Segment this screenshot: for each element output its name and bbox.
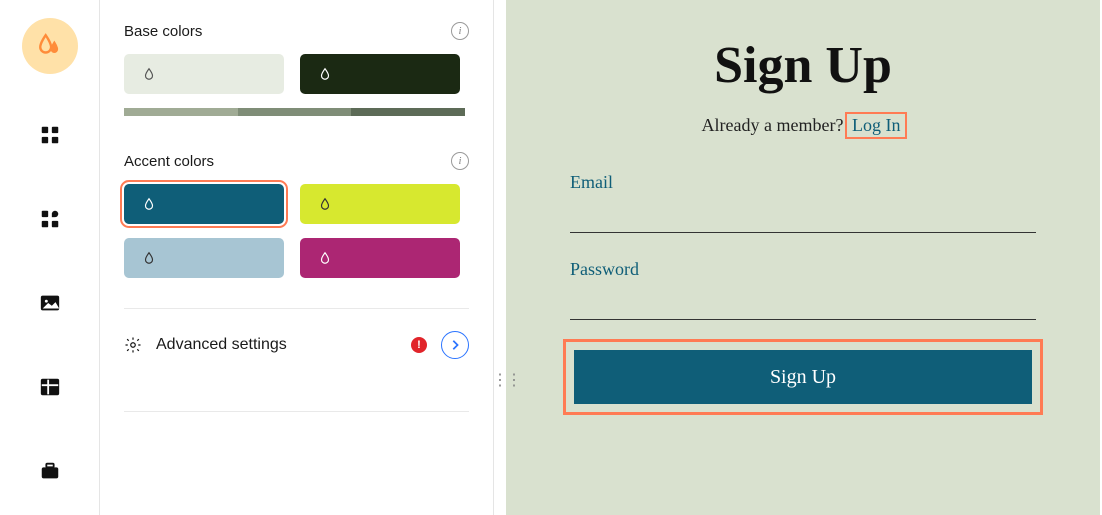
briefcase-icon	[38, 460, 62, 482]
accent-colors-header: Accent colors i	[124, 152, 469, 170]
advanced-settings-row[interactable]: Advanced settings !	[124, 309, 469, 381]
base-swatch-light[interactable]	[124, 54, 284, 94]
table-icon	[39, 376, 61, 398]
nav-image-button[interactable]	[27, 280, 73, 326]
gear-icon	[124, 336, 142, 354]
nav-plugins-button[interactable]	[27, 196, 73, 242]
signup-card: Sign Up Already a member? Log In Email P…	[506, 0, 1100, 515]
resize-handle[interactable]: ⋮⋮	[492, 370, 520, 390]
email-label: Email	[570, 172, 1036, 193]
advanced-settings-label: Advanced settings	[156, 336, 397, 354]
image-icon	[38, 292, 62, 314]
divider	[124, 411, 469, 412]
gradient-step-3	[351, 108, 465, 116]
base-colors-info-icon[interactable]: i	[451, 22, 469, 40]
warning-badge-icon: !	[411, 337, 427, 353]
drop-icon	[142, 197, 156, 211]
login-prompt-text: Already a member?	[702, 115, 844, 135]
accent-swatch-lightblue[interactable]	[124, 238, 284, 278]
grid-icon	[39, 124, 61, 146]
base-colors-title: Base colors	[124, 23, 202, 40]
expand-button[interactable]	[441, 331, 469, 359]
nav-briefcase-button[interactable]	[27, 448, 73, 494]
color-settings-panel: Base colors i Accent colors i	[100, 0, 494, 515]
accent-swatch-lime[interactable]	[300, 184, 460, 224]
password-field-block: Password	[570, 259, 1036, 320]
drop-icon	[142, 251, 156, 265]
signup-button[interactable]: Sign Up	[574, 350, 1032, 404]
login-prompt: Already a member? Log In	[570, 115, 1036, 136]
accent-swatch-row-1	[124, 184, 469, 224]
chevron-right-icon	[450, 339, 460, 351]
colors-logo-icon	[37, 33, 63, 59]
signup-button-highlight: Sign Up	[570, 346, 1036, 408]
nav-colors-button[interactable]	[22, 18, 78, 74]
password-label: Password	[570, 259, 1036, 280]
password-input[interactable]	[570, 286, 1036, 320]
drop-icon	[318, 67, 332, 81]
puzzle-icon	[39, 208, 61, 230]
email-input[interactable]	[570, 199, 1036, 233]
gradient-step-1	[124, 108, 238, 116]
drop-icon	[318, 197, 332, 211]
nav-rail	[0, 0, 100, 515]
drop-icon	[318, 251, 332, 265]
gradient-step-2	[238, 108, 352, 116]
signup-title: Sign Up	[570, 36, 1036, 95]
accent-colors-title: Accent colors	[124, 153, 214, 170]
accent-swatch-magenta[interactable]	[300, 238, 460, 278]
accent-swatch-row-2	[124, 238, 469, 278]
nav-table-button[interactable]	[27, 364, 73, 410]
drop-icon	[142, 67, 156, 81]
base-swatch-dark[interactable]	[300, 54, 460, 94]
base-swatch-row	[124, 54, 469, 94]
accent-swatch-teal[interactable]	[124, 184, 284, 224]
login-link[interactable]: Log In	[848, 115, 905, 136]
email-field-block: Email	[570, 172, 1036, 233]
accent-colors-info-icon[interactable]: i	[451, 152, 469, 170]
base-colors-header: Base colors i	[124, 22, 469, 40]
nav-grid-button[interactable]	[27, 112, 73, 158]
preview-pane: ⋮⋮ Sign Up Already a member? Log In Emai…	[494, 0, 1102, 515]
base-gradient-bar	[124, 108, 465, 116]
